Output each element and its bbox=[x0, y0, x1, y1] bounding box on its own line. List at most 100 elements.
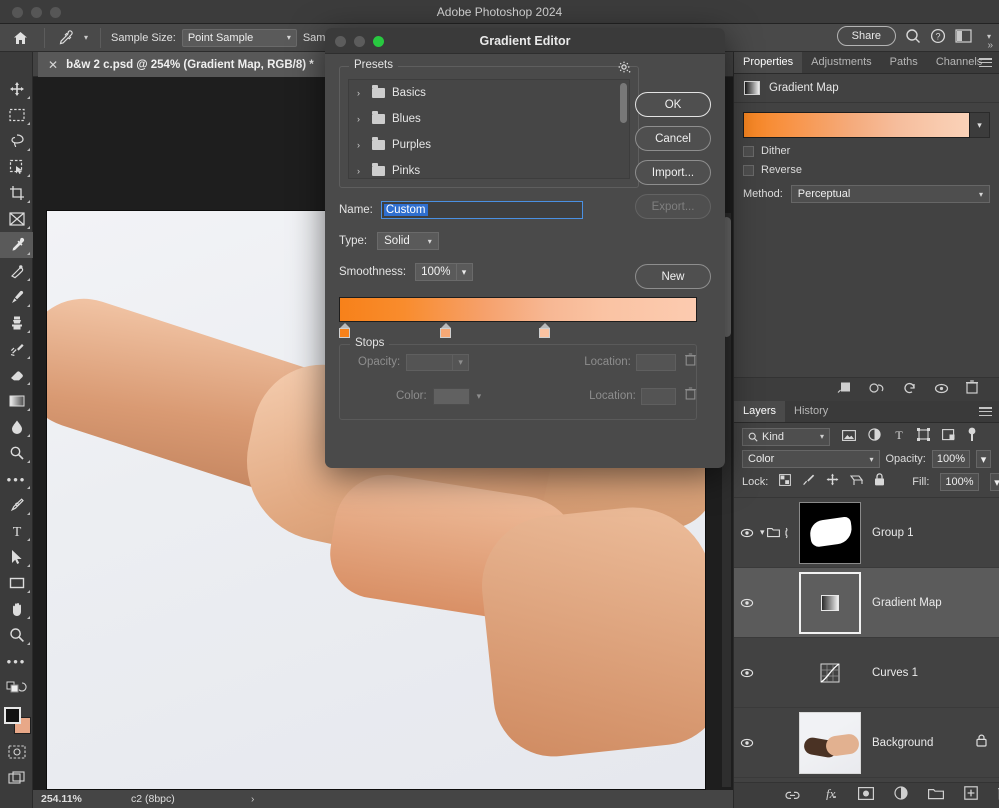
eraser-tool[interactable] bbox=[0, 362, 33, 388]
properties-panel-menu-icon[interactable] bbox=[979, 58, 992, 67]
opacity-stepper-icon[interactable]: ▾ bbox=[976, 450, 991, 468]
list-item[interactable]: › Basics bbox=[349, 80, 629, 106]
import-button[interactable]: Import... bbox=[635, 160, 711, 185]
brush-tool[interactable] bbox=[0, 284, 33, 310]
gradient-map-thumbnail[interactable] bbox=[799, 571, 861, 634]
gradient-tool[interactable] bbox=[0, 388, 33, 414]
tab-properties[interactable]: Properties bbox=[734, 52, 803, 73]
layers-panel-menu-icon[interactable] bbox=[979, 407, 992, 416]
color-swatches[interactable] bbox=[0, 703, 33, 739]
delete-icon[interactable] bbox=[966, 380, 978, 399]
adjustment-filter-icon[interactable] bbox=[868, 427, 881, 446]
tab-history[interactable]: History bbox=[785, 401, 837, 422]
layer-name[interactable]: Curves 1 bbox=[866, 667, 999, 679]
lasso-tool[interactable] bbox=[0, 128, 33, 154]
table-row[interactable]: Background bbox=[734, 708, 999, 778]
document-tab[interactable]: ✕ b&w 2 c.psd @ 254% (Gradient Map, RGB/… bbox=[38, 52, 328, 77]
gear-icon[interactable] bbox=[618, 61, 631, 77]
reverse-row[interactable]: Reverse bbox=[743, 164, 990, 176]
chevron-down-icon[interactable]: ▾ bbox=[760, 527, 765, 538]
lock-all-icon[interactable] bbox=[874, 473, 885, 491]
ok-button[interactable]: OK bbox=[635, 92, 711, 117]
new-layer-icon[interactable] bbox=[963, 786, 978, 805]
background-thumbnail[interactable] bbox=[799, 711, 861, 774]
shape-filter-icon[interactable] bbox=[917, 427, 930, 446]
lock-transparent-icon[interactable] bbox=[779, 473, 792, 491]
trash-icon[interactable] bbox=[685, 353, 696, 371]
layer-style-icon[interactable]: fx bbox=[820, 786, 838, 805]
toggle-visibility-icon[interactable] bbox=[934, 381, 949, 399]
share-button[interactable]: Share bbox=[836, 26, 896, 46]
type-filter-icon[interactable]: T bbox=[893, 428, 905, 446]
opacity-input[interactable] bbox=[406, 353, 454, 371]
color-stop[interactable] bbox=[539, 323, 550, 339]
gradient-strip[interactable] bbox=[339, 297, 697, 322]
layer-thumbnail-box[interactable] bbox=[794, 571, 866, 634]
link-layers-icon[interactable] bbox=[784, 787, 800, 805]
default-colors-button[interactable] bbox=[0, 674, 33, 700]
presets-scrollbar-thumb[interactable] bbox=[620, 83, 627, 123]
blur-tool[interactable] bbox=[0, 414, 33, 440]
filter-toggle-icon[interactable] bbox=[967, 427, 977, 447]
close-icon[interactable]: ✕ bbox=[48, 58, 58, 72]
more-tools-button[interactable]: ••• bbox=[0, 648, 33, 674]
zoom-level[interactable]: 254.11% bbox=[41, 793, 131, 805]
blend-mode-select[interactable]: Color ▾ bbox=[742, 450, 880, 468]
chevron-down-icon[interactable]: ▾ bbox=[477, 391, 482, 402]
status-menu-icon[interactable]: › bbox=[251, 794, 254, 805]
table-row[interactable]: ▾ Group 1 bbox=[734, 498, 999, 568]
workspace-icon[interactable] bbox=[955, 29, 972, 43]
dither-checkbox[interactable] bbox=[743, 145, 754, 157]
type-tool[interactable]: T bbox=[0, 518, 33, 544]
lock-position-icon[interactable] bbox=[826, 473, 839, 491]
name-input[interactable]: Custom bbox=[380, 201, 583, 219]
fill-value[interactable]: 100% bbox=[940, 473, 979, 491]
fill-stepper-icon[interactable]: ▾ bbox=[989, 473, 999, 491]
layer-thumbnail-box[interactable] bbox=[794, 501, 866, 564]
color-location-input[interactable] bbox=[640, 387, 676, 405]
chevron-right-icon[interactable]: › bbox=[357, 140, 365, 150]
presets-list[interactable]: › Basics › Blues › Purples › Pinks bbox=[348, 79, 630, 179]
list-item[interactable]: › Pinks bbox=[349, 158, 629, 178]
gradient-preview-row[interactable]: ▾ bbox=[743, 112, 990, 138]
layer-name[interactable]: Background bbox=[866, 737, 976, 749]
new-button[interactable]: New bbox=[635, 264, 711, 289]
layer-visibility-toggle[interactable] bbox=[734, 668, 760, 678]
color-stop[interactable] bbox=[339, 323, 350, 339]
new-group-icon[interactable] bbox=[927, 787, 944, 805]
layer-name[interactable]: Gradient Map bbox=[866, 597, 999, 609]
layer-mask-icon[interactable] bbox=[857, 786, 874, 805]
quick-mask-button[interactable] bbox=[0, 739, 33, 765]
opacity-stepper-icon[interactable]: ▾ bbox=[453, 353, 470, 371]
gradient-preview[interactable] bbox=[743, 112, 970, 138]
color-swatch[interactable] bbox=[432, 387, 470, 405]
method-select[interactable]: Perceptual ▾ bbox=[790, 185, 990, 203]
list-item[interactable]: › Purples bbox=[349, 132, 629, 158]
home-icon[interactable] bbox=[0, 31, 40, 45]
layer-filter-kind-select[interactable]: Kind ▾ bbox=[742, 427, 830, 446]
path-selection-tool[interactable] bbox=[0, 544, 33, 570]
collapse-panels-icon[interactable]: » bbox=[987, 40, 993, 51]
marquee-tool[interactable] bbox=[0, 102, 33, 128]
move-tool[interactable] bbox=[0, 76, 33, 102]
frame-tool[interactable] bbox=[0, 206, 33, 232]
screen-mode-button[interactable] bbox=[0, 765, 33, 791]
pixel-filter-icon[interactable] bbox=[842, 428, 856, 446]
reverse-checkbox[interactable] bbox=[743, 164, 754, 176]
tab-adjustments[interactable]: Adjustments bbox=[802, 52, 881, 73]
type-select[interactable]: Solid ▾ bbox=[377, 232, 439, 250]
opacity-location-input[interactable] bbox=[635, 353, 676, 371]
layer-thumbnail-box[interactable] bbox=[794, 711, 866, 774]
layer-visibility-toggle[interactable] bbox=[734, 738, 760, 748]
new-adjustment-icon[interactable] bbox=[893, 786, 908, 805]
lock-image-icon[interactable] bbox=[802, 473, 815, 491]
group-expand-and-link[interactable]: ▾ bbox=[760, 527, 794, 539]
dodge-tool[interactable] bbox=[0, 440, 33, 466]
cancel-button[interactable]: Cancel bbox=[635, 126, 711, 151]
active-tool-button[interactable]: ▾ bbox=[49, 29, 96, 46]
reset-icon[interactable] bbox=[903, 381, 917, 399]
search-icon[interactable] bbox=[905, 28, 921, 44]
color-stop-swatch[interactable] bbox=[539, 328, 550, 338]
smartobject-filter-icon[interactable] bbox=[942, 428, 955, 446]
view-previous-state-icon[interactable] bbox=[869, 381, 886, 399]
